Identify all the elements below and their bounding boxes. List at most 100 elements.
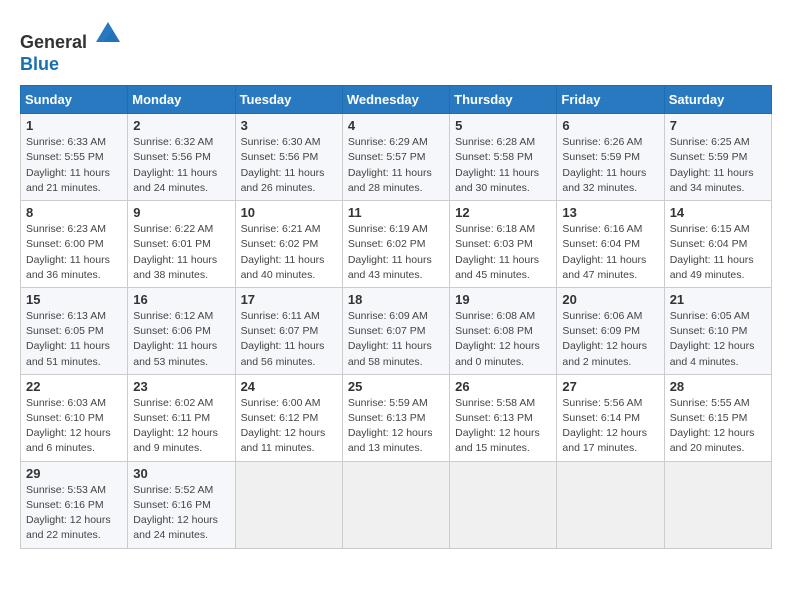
sunrise-label: Sunrise: 6:12 AM bbox=[133, 310, 213, 322]
weekday-header-row: SundayMondayTuesdayWednesdayThursdayFrid… bbox=[21, 86, 772, 114]
sunset-label: Sunset: 6:01 PM bbox=[133, 238, 211, 250]
day-number: 3 bbox=[241, 118, 337, 133]
day-number: 15 bbox=[26, 292, 122, 307]
weekday-header-sunday: Sunday bbox=[21, 86, 128, 114]
daylight-label: Daylight: 11 hours and 34 minutes. bbox=[670, 167, 754, 194]
sunrise-label: Sunrise: 6:26 AM bbox=[562, 136, 642, 148]
day-info: Sunrise: 6:21 AM Sunset: 6:02 PM Dayligh… bbox=[241, 222, 337, 283]
daylight-label: Daylight: 12 hours and 24 minutes. bbox=[133, 514, 218, 541]
sunrise-label: Sunrise: 5:52 AM bbox=[133, 484, 213, 496]
day-info: Sunrise: 5:55 AM Sunset: 6:15 PM Dayligh… bbox=[670, 396, 766, 457]
sunrise-label: Sunrise: 6:28 AM bbox=[455, 136, 535, 148]
day-info: Sunrise: 6:09 AM Sunset: 6:07 PM Dayligh… bbox=[348, 309, 444, 370]
daylight-label: Daylight: 11 hours and 43 minutes. bbox=[348, 254, 432, 281]
calendar-cell: 24 Sunrise: 6:00 AM Sunset: 6:12 PM Dayl… bbox=[235, 374, 342, 461]
sunset-label: Sunset: 6:04 PM bbox=[562, 238, 640, 250]
day-info: Sunrise: 6:25 AM Sunset: 5:59 PM Dayligh… bbox=[670, 135, 766, 196]
day-number: 20 bbox=[562, 292, 658, 307]
sunrise-label: Sunrise: 6:03 AM bbox=[26, 397, 106, 409]
day-number: 30 bbox=[133, 466, 229, 481]
sunrise-label: Sunrise: 5:55 AM bbox=[670, 397, 750, 409]
daylight-label: Daylight: 11 hours and 47 minutes. bbox=[562, 254, 646, 281]
calendar-week-5: 29 Sunrise: 5:53 AM Sunset: 6:16 PM Dayl… bbox=[21, 461, 772, 548]
daylight-label: Daylight: 12 hours and 17 minutes. bbox=[562, 427, 647, 454]
day-info: Sunrise: 6:32 AM Sunset: 5:56 PM Dayligh… bbox=[133, 135, 229, 196]
logo: General Blue bbox=[20, 20, 122, 75]
day-info: Sunrise: 6:02 AM Sunset: 6:11 PM Dayligh… bbox=[133, 396, 229, 457]
calendar-cell: 29 Sunrise: 5:53 AM Sunset: 6:16 PM Dayl… bbox=[21, 461, 128, 548]
weekday-header-friday: Friday bbox=[557, 86, 664, 114]
day-number: 11 bbox=[348, 205, 444, 220]
sunrise-label: Sunrise: 6:11 AM bbox=[241, 310, 320, 322]
sunset-label: Sunset: 6:13 PM bbox=[455, 412, 533, 424]
daylight-label: Daylight: 11 hours and 45 minutes. bbox=[455, 254, 539, 281]
day-number: 14 bbox=[670, 205, 766, 220]
sunset-label: Sunset: 6:00 PM bbox=[26, 238, 104, 250]
sunrise-label: Sunrise: 6:02 AM bbox=[133, 397, 213, 409]
daylight-label: Daylight: 12 hours and 11 minutes. bbox=[241, 427, 326, 454]
sunset-label: Sunset: 6:02 PM bbox=[348, 238, 426, 250]
day-info: Sunrise: 6:06 AM Sunset: 6:09 PM Dayligh… bbox=[562, 309, 658, 370]
sunset-label: Sunset: 6:07 PM bbox=[241, 325, 319, 337]
calendar-cell bbox=[235, 461, 342, 548]
sunset-label: Sunset: 6:02 PM bbox=[241, 238, 319, 250]
daylight-label: Daylight: 11 hours and 58 minutes. bbox=[348, 340, 432, 367]
sunrise-label: Sunrise: 5:53 AM bbox=[26, 484, 106, 496]
daylight-label: Daylight: 11 hours and 32 minutes. bbox=[562, 167, 646, 194]
logo-general: General bbox=[20, 32, 87, 52]
sunset-label: Sunset: 6:06 PM bbox=[133, 325, 211, 337]
calendar-week-3: 15 Sunrise: 6:13 AM Sunset: 6:05 PM Dayl… bbox=[21, 287, 772, 374]
calendar-cell: 28 Sunrise: 5:55 AM Sunset: 6:15 PM Dayl… bbox=[664, 374, 771, 461]
day-info: Sunrise: 6:19 AM Sunset: 6:02 PM Dayligh… bbox=[348, 222, 444, 283]
sunrise-label: Sunrise: 6:16 AM bbox=[562, 223, 642, 235]
sunset-label: Sunset: 5:59 PM bbox=[670, 151, 748, 163]
calendar-week-1: 1 Sunrise: 6:33 AM Sunset: 5:55 PM Dayli… bbox=[21, 114, 772, 201]
daylight-label: Daylight: 11 hours and 21 minutes. bbox=[26, 167, 110, 194]
day-info: Sunrise: 6:29 AM Sunset: 5:57 PM Dayligh… bbox=[348, 135, 444, 196]
daylight-label: Daylight: 11 hours and 40 minutes. bbox=[241, 254, 325, 281]
daylight-label: Daylight: 11 hours and 24 minutes. bbox=[133, 167, 217, 194]
sunrise-label: Sunrise: 6:30 AM bbox=[241, 136, 321, 148]
calendar-cell bbox=[450, 461, 557, 548]
day-number: 4 bbox=[348, 118, 444, 133]
day-number: 1 bbox=[26, 118, 122, 133]
calendar-cell: 5 Sunrise: 6:28 AM Sunset: 5:58 PM Dayli… bbox=[450, 114, 557, 201]
sunset-label: Sunset: 6:14 PM bbox=[562, 412, 640, 424]
sunset-label: Sunset: 6:03 PM bbox=[455, 238, 533, 250]
calendar-cell: 8 Sunrise: 6:23 AM Sunset: 6:00 PM Dayli… bbox=[21, 201, 128, 288]
day-number: 22 bbox=[26, 379, 122, 394]
calendar-cell: 30 Sunrise: 5:52 AM Sunset: 6:16 PM Dayl… bbox=[128, 461, 235, 548]
calendar-cell: 23 Sunrise: 6:02 AM Sunset: 6:11 PM Dayl… bbox=[128, 374, 235, 461]
sunrise-label: Sunrise: 6:13 AM bbox=[26, 310, 106, 322]
calendar-cell: 10 Sunrise: 6:21 AM Sunset: 6:02 PM Dayl… bbox=[235, 201, 342, 288]
day-number: 21 bbox=[670, 292, 766, 307]
day-number: 6 bbox=[562, 118, 658, 133]
day-info: Sunrise: 6:03 AM Sunset: 6:10 PM Dayligh… bbox=[26, 396, 122, 457]
day-info: Sunrise: 5:59 AM Sunset: 6:13 PM Dayligh… bbox=[348, 396, 444, 457]
day-info: Sunrise: 6:08 AM Sunset: 6:08 PM Dayligh… bbox=[455, 309, 551, 370]
calendar-cell: 2 Sunrise: 6:32 AM Sunset: 5:56 PM Dayli… bbox=[128, 114, 235, 201]
calendar-cell: 4 Sunrise: 6:29 AM Sunset: 5:57 PM Dayli… bbox=[342, 114, 449, 201]
daylight-label: Daylight: 12 hours and 0 minutes. bbox=[455, 340, 540, 367]
sunset-label: Sunset: 6:10 PM bbox=[670, 325, 748, 337]
calendar-cell bbox=[342, 461, 449, 548]
sunset-label: Sunset: 6:07 PM bbox=[348, 325, 426, 337]
daylight-label: Daylight: 12 hours and 4 minutes. bbox=[670, 340, 755, 367]
day-number: 12 bbox=[455, 205, 551, 220]
daylight-label: Daylight: 12 hours and 20 minutes. bbox=[670, 427, 755, 454]
day-info: Sunrise: 6:11 AM Sunset: 6:07 PM Dayligh… bbox=[241, 309, 337, 370]
calendar-cell: 25 Sunrise: 5:59 AM Sunset: 6:13 PM Dayl… bbox=[342, 374, 449, 461]
day-number: 9 bbox=[133, 205, 229, 220]
calendar-cell: 20 Sunrise: 6:06 AM Sunset: 6:09 PM Dayl… bbox=[557, 287, 664, 374]
calendar-cell: 22 Sunrise: 6:03 AM Sunset: 6:10 PM Dayl… bbox=[21, 374, 128, 461]
day-number: 24 bbox=[241, 379, 337, 394]
day-info: Sunrise: 5:52 AM Sunset: 6:16 PM Dayligh… bbox=[133, 483, 229, 544]
daylight-label: Daylight: 12 hours and 9 minutes. bbox=[133, 427, 218, 454]
sunrise-label: Sunrise: 6:05 AM bbox=[670, 310, 750, 322]
day-number: 23 bbox=[133, 379, 229, 394]
calendar-table: SundayMondayTuesdayWednesdayThursdayFrid… bbox=[20, 85, 772, 548]
sunset-label: Sunset: 5:56 PM bbox=[133, 151, 211, 163]
calendar-cell: 7 Sunrise: 6:25 AM Sunset: 5:59 PM Dayli… bbox=[664, 114, 771, 201]
calendar-cell: 6 Sunrise: 6:26 AM Sunset: 5:59 PM Dayli… bbox=[557, 114, 664, 201]
daylight-label: Daylight: 12 hours and 22 minutes. bbox=[26, 514, 111, 541]
